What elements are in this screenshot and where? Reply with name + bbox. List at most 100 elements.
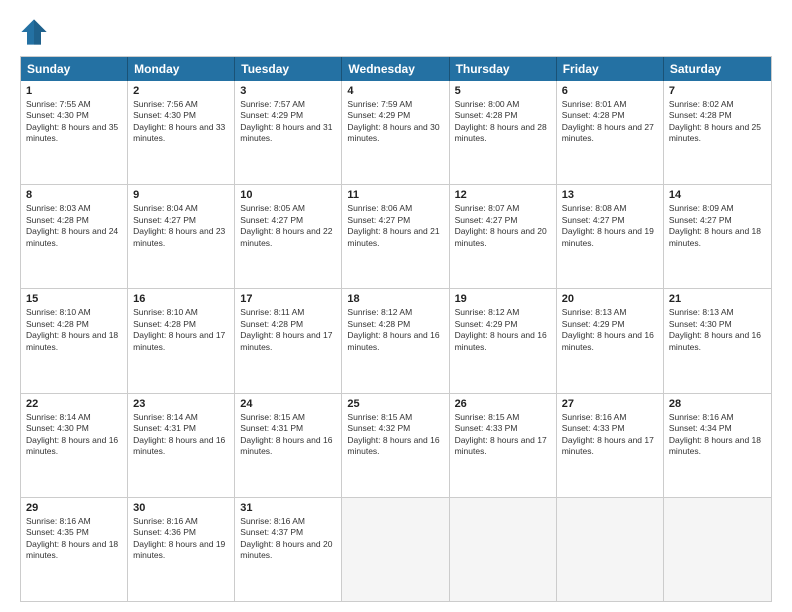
day-number: 19 [455,293,551,305]
cell-info: Sunrise: 8:08 AMSunset: 4:27 PMDaylight:… [562,203,658,249]
calendar-cell: 16 Sunrise: 8:10 AMSunset: 4:28 PMDayligh… [128,289,235,392]
day-of-week-header: Thursday [450,57,557,81]
day-number: 29 [26,502,122,514]
day-number: 16 [133,293,229,305]
cell-info: Sunrise: 8:15 AMSunset: 4:31 PMDaylight:… [240,412,336,458]
logo [20,18,52,46]
cell-info: Sunrise: 7:55 AMSunset: 4:30 PMDaylight:… [26,99,122,145]
cell-info: Sunrise: 8:09 AMSunset: 4:27 PMDaylight:… [669,203,766,249]
day-number: 10 [240,189,336,201]
calendar-cell [557,498,664,601]
day-of-week-header: Friday [557,57,664,81]
calendar-cell: 3Sunrise: 7:57 AMSunset: 4:29 PMDaylight… [235,81,342,184]
calendar-cell: 18 Sunrise: 8:12 AMSunset: 4:28 PMDayligh… [342,289,449,392]
day-number: 1 [26,85,122,97]
day-number: 13 [562,189,658,201]
day-number: 21 [669,293,766,305]
cell-info: Sunrise: 8:10 AMSunset: 4:28 PMDaylight:… [133,307,229,353]
calendar-cell [342,498,449,601]
day-number: 9 [133,189,229,201]
calendar-cell: 24Sunrise: 8:15 AMSunset: 4:31 PMDayligh… [235,394,342,497]
day-number: 30 [133,502,229,514]
cell-info: Sunrise: 8:16 AMSunset: 4:37 PMDaylight:… [240,516,336,562]
calendar-cell: 15 Sunrise: 8:10 AMSunset: 4:28 PMDayligh… [21,289,128,392]
day-number: 31 [240,502,336,514]
cell-info: Sunrise: 8:02 AMSunset: 4:28 PMDaylight:… [669,99,766,145]
calendar-cell: 11Sunrise: 8:06 AMSunset: 4:27 PMDayligh… [342,185,449,288]
calendar-cell: 27 Sunrise: 8:16 AMSunset: 4:33 PMDayligh… [557,394,664,497]
calendar-cell: 26 Sunrise: 8:15 AMSunset: 4:33 PMDayligh… [450,394,557,497]
calendar-cell: 2 Sunrise: 7:56 AMSunset: 4:30 PMDaylight… [128,81,235,184]
calendar-cell: 10Sunrise: 8:05 AMSunset: 4:27 PMDayligh… [235,185,342,288]
calendar-cell: 22 Sunrise: 8:14 AMSunset: 4:30 PMDayligh… [21,394,128,497]
day-number: 15 [26,293,122,305]
calendar-cell: 17 Sunrise: 8:11 AMSunset: 4:28 PMDayligh… [235,289,342,392]
cell-info: Sunrise: 8:13 AMSunset: 4:30 PMDaylight:… [669,307,766,353]
cell-info: Sunrise: 8:16 AMSunset: 4:33 PMDaylight:… [562,412,658,458]
cell-info: Sunrise: 7:56 AMSunset: 4:30 PMDaylight:… [133,99,229,145]
day-of-week-header: Tuesday [235,57,342,81]
calendar-cell: 30 Sunrise: 8:16 AMSunset: 4:36 PMDayligh… [128,498,235,601]
calendar-week-row: 29 Sunrise: 8:16 AMSunset: 4:35 PMDayligh… [21,497,771,601]
day-number: 4 [347,85,443,97]
cell-info: Sunrise: 8:12 AMSunset: 4:28 PMDaylight:… [347,307,443,353]
calendar-cell [664,498,771,601]
calendar-week-row: 15 Sunrise: 8:10 AMSunset: 4:28 PMDayligh… [21,288,771,392]
cell-info: Sunrise: 8:15 AMSunset: 4:32 PMDaylight:… [347,412,443,458]
cell-info: Sunrise: 8:12 AMSunset: 4:29 PMDaylight:… [455,307,551,353]
calendar-cell: 13 Sunrise: 8:08 AMSunset: 4:27 PMDayligh… [557,185,664,288]
cell-info: Sunrise: 8:11 AMSunset: 4:28 PMDaylight:… [240,307,336,353]
cell-info: Sunrise: 8:00 AMSunset: 4:28 PMDaylight:… [455,99,551,145]
calendar-cell: 21 Sunrise: 8:13 AMSunset: 4:30 PMDayligh… [664,289,771,392]
day-number: 3 [240,85,336,97]
cell-info: Sunrise: 8:03 AMSunset: 4:28 PMDaylight:… [26,203,122,249]
cell-info: Sunrise: 8:01 AMSunset: 4:28 PMDaylight:… [562,99,658,145]
calendar-cell: 9 Sunrise: 8:04 AMSunset: 4:27 PMDaylight… [128,185,235,288]
day-number: 23 [133,398,229,410]
calendar-cell: 1 Sunrise: 7:55 AMSunset: 4:30 PMDaylight… [21,81,128,184]
cell-info: Sunrise: 8:14 AMSunset: 4:31 PMDaylight:… [133,412,229,458]
day-number: 18 [347,293,443,305]
day-number: 27 [562,398,658,410]
day-number: 17 [240,293,336,305]
calendar-week-row: 22 Sunrise: 8:14 AMSunset: 4:30 PMDayligh… [21,393,771,497]
day-number: 7 [669,85,766,97]
calendar-week-row: 1 Sunrise: 7:55 AMSunset: 4:30 PMDaylight… [21,81,771,184]
cell-info: Sunrise: 8:14 AMSunset: 4:30 PMDaylight:… [26,412,122,458]
header [20,18,772,46]
calendar-cell: 6 Sunrise: 8:01 AMSunset: 4:28 PMDaylight… [557,81,664,184]
calendar-cell: 4Sunrise: 7:59 AMSunset: 4:29 PMDaylight… [342,81,449,184]
cell-info: Sunrise: 8:16 AMSunset: 4:36 PMDaylight:… [133,516,229,562]
cell-info: Sunrise: 8:15 AMSunset: 4:33 PMDaylight:… [455,412,551,458]
cell-info: Sunrise: 8:16 AMSunset: 4:34 PMDaylight:… [669,412,766,458]
cell-info: Sunrise: 8:07 AMSunset: 4:27 PMDaylight:… [455,203,551,249]
cell-info: Sunrise: 8:04 AMSunset: 4:27 PMDaylight:… [133,203,229,249]
calendar-cell: 5Sunrise: 8:00 AMSunset: 4:28 PMDaylight… [450,81,557,184]
day-number: 14 [669,189,766,201]
calendar-cell: 12Sunrise: 8:07 AMSunset: 4:27 PMDayligh… [450,185,557,288]
calendar-cell: 8Sunrise: 8:03 AMSunset: 4:28 PMDaylight… [21,185,128,288]
day-number: 2 [133,85,229,97]
cell-info: Sunrise: 8:16 AMSunset: 4:35 PMDaylight:… [26,516,122,562]
day-of-week-header: Saturday [664,57,771,81]
day-number: 6 [562,85,658,97]
calendar-cell: 29 Sunrise: 8:16 AMSunset: 4:35 PMDayligh… [21,498,128,601]
day-of-week-header: Wednesday [342,57,449,81]
calendar-cell: 7 Sunrise: 8:02 AMSunset: 4:28 PMDaylight… [664,81,771,184]
calendar-cell: 14 Sunrise: 8:09 AMSunset: 4:27 PMDayligh… [664,185,771,288]
calendar-cell: 25Sunrise: 8:15 AMSunset: 4:32 PMDayligh… [342,394,449,497]
cell-info: Sunrise: 8:10 AMSunset: 4:28 PMDaylight:… [26,307,122,353]
calendar-body: 1 Sunrise: 7:55 AMSunset: 4:30 PMDaylight… [21,81,771,601]
cell-info: Sunrise: 8:13 AMSunset: 4:29 PMDaylight:… [562,307,658,353]
calendar-cell [450,498,557,601]
page: SundayMondayTuesdayWednesdayThursdayFrid… [0,0,792,612]
calendar: SundayMondayTuesdayWednesdayThursdayFrid… [20,56,772,602]
day-number: 22 [26,398,122,410]
calendar-cell: 31 Sunrise: 8:16 AMSunset: 4:37 PMDayligh… [235,498,342,601]
calendar-cell: 23 Sunrise: 8:14 AMSunset: 4:31 PMDayligh… [128,394,235,497]
day-number: 20 [562,293,658,305]
day-of-week-header: Monday [128,57,235,81]
day-number: 11 [347,189,443,201]
calendar-cell: 19 Sunrise: 8:12 AMSunset: 4:29 PMDayligh… [450,289,557,392]
day-number: 26 [455,398,551,410]
